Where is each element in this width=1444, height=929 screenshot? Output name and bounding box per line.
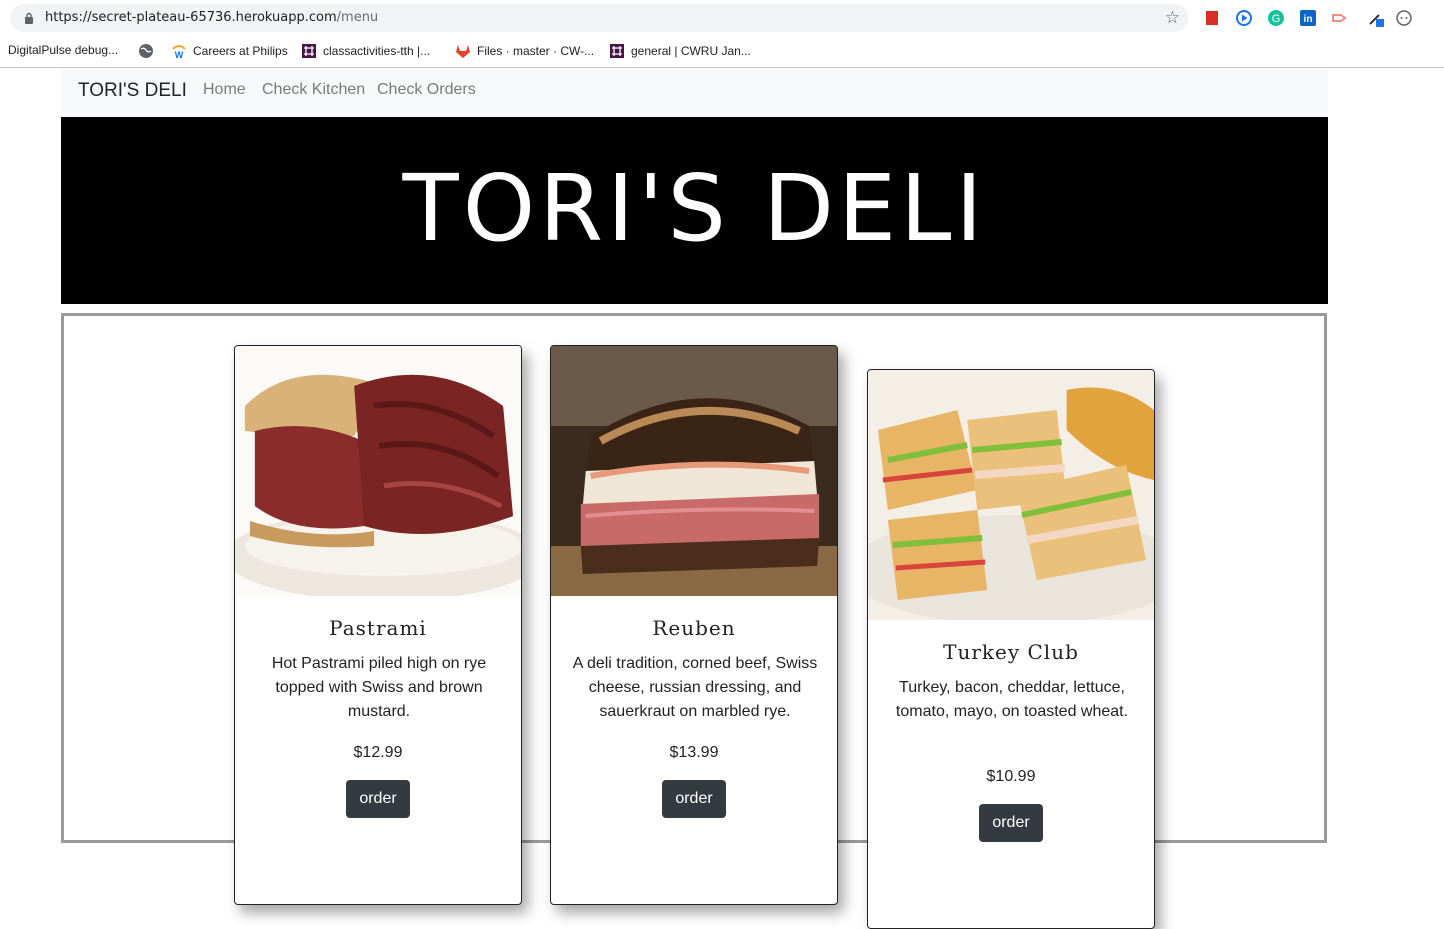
grammarly-icon[interactable]: G bbox=[1267, 9, 1285, 27]
lock-icon bbox=[25, 12, 33, 24]
address-bar[interactable]: https://secret-plateau-65736.herokuapp.c… bbox=[10, 4, 1188, 32]
item-price: $10.99 bbox=[986, 768, 1036, 785]
item-name: Pastrami bbox=[329, 616, 427, 640]
menu-card-reuben: Reuben A deli tradition, corned beef, Sw… bbox=[550, 345, 838, 905]
item-price: $12.99 bbox=[353, 744, 403, 761]
bookmark-label: general | CWRU Jan... bbox=[631, 44, 751, 58]
item-description: Hot Pastrami piled high on rye topped wi… bbox=[271, 655, 487, 720]
globe-icon bbox=[139, 44, 153, 58]
menu-card-turkey-club: Turkey Club Turkey, bacon, cheddar, lett… bbox=[867, 369, 1155, 929]
slack-icon bbox=[302, 44, 316, 58]
svg-text:W: W bbox=[175, 50, 184, 59]
bookmark-label: classactivities-tth |... bbox=[323, 44, 431, 58]
turkey-club-sandwich-image bbox=[868, 370, 1154, 620]
bookmark-star-icon[interactable]: ☆ bbox=[1165, 8, 1180, 28]
bookmark-globe[interactable] bbox=[138, 43, 154, 59]
nav-link-check-kitchen[interactable]: Check Kitchen bbox=[262, 81, 365, 99]
url-text: https://secret-plateau-65736.herokuapp.c… bbox=[45, 10, 378, 25]
extension-arrow-icon[interactable] bbox=[1331, 9, 1349, 27]
bookmark-classactivities[interactable]: classactivities-tth |... bbox=[301, 43, 430, 59]
nav-link-check-orders[interactable]: Check Orders bbox=[377, 81, 476, 99]
navbar-brand[interactable]: TORI'S DELI bbox=[78, 80, 187, 102]
bookmark-general-cwru[interactable]: general | CWRU Jan... bbox=[609, 43, 751, 59]
nav-link-home[interactable]: Home bbox=[203, 81, 246, 99]
item-price: $13.99 bbox=[669, 744, 719, 761]
pastrami-sandwich-image bbox=[235, 346, 521, 596]
gitlab-icon bbox=[456, 45, 470, 58]
order-button[interactable]: order bbox=[346, 780, 410, 818]
linkedin-icon[interactable]: in bbox=[1299, 9, 1317, 27]
item-description: A deli tradition, corned beef, Swiss che… bbox=[572, 655, 818, 720]
hero-banner: TORI'S DELI bbox=[61, 117, 1328, 304]
item-name: Turkey Club bbox=[943, 640, 1079, 664]
hero-title: TORI'S DELI bbox=[402, 155, 987, 262]
bookmark-digitalpulse[interactable]: DigitalPulse debug... bbox=[8, 43, 118, 57]
bookmark-label: Careers at Philips bbox=[193, 44, 288, 58]
item-name: Reuben bbox=[652, 616, 736, 640]
item-description: Turkey, bacon, cheddar, lettuce, tomato,… bbox=[895, 679, 1129, 720]
bookmark-careers-philips[interactable]: W Careers at Philips bbox=[171, 43, 288, 59]
bookmark-label: DigitalPulse debug... bbox=[8, 43, 119, 57]
eyedropper-icon[interactable] bbox=[1367, 9, 1385, 27]
site-navbar: TORI'S DELI Home Check Kitchen Check Ord… bbox=[61, 69, 1328, 117]
workday-icon: W bbox=[172, 45, 186, 59]
menu-card-pastrami: Pastrami Hot Pastrami piled high on rye … bbox=[234, 345, 522, 905]
browser-toolbar: https://secret-plateau-65736.herokuapp.c… bbox=[0, 0, 1444, 36]
play-extension-icon[interactable] bbox=[1235, 9, 1253, 27]
order-button[interactable]: order bbox=[979, 804, 1043, 842]
url-path: /menu bbox=[336, 10, 379, 25]
menu-container: Pastrami Hot Pastrami piled high on rye … bbox=[61, 313, 1327, 929]
reuben-sandwich-image bbox=[551, 346, 837, 596]
bookmark-extension-icon[interactable] bbox=[1203, 9, 1221, 27]
order-button[interactable]: order bbox=[662, 780, 726, 818]
svg-text:in: in bbox=[1304, 14, 1313, 25]
url-host: https://secret-plateau-65736.herokuapp.c… bbox=[45, 10, 337, 25]
bookmark-label: Files · master · CW-... bbox=[477, 44, 595, 58]
profile-icon[interactable] bbox=[1395, 9, 1413, 27]
svg-text:G: G bbox=[1272, 13, 1281, 25]
slack-icon bbox=[610, 44, 624, 58]
bookmark-gitlab-files[interactable]: Files · master · CW-... bbox=[455, 43, 594, 59]
bookmarks-bar: DigitalPulse debug... W Careers at Philip… bbox=[0, 36, 1444, 68]
